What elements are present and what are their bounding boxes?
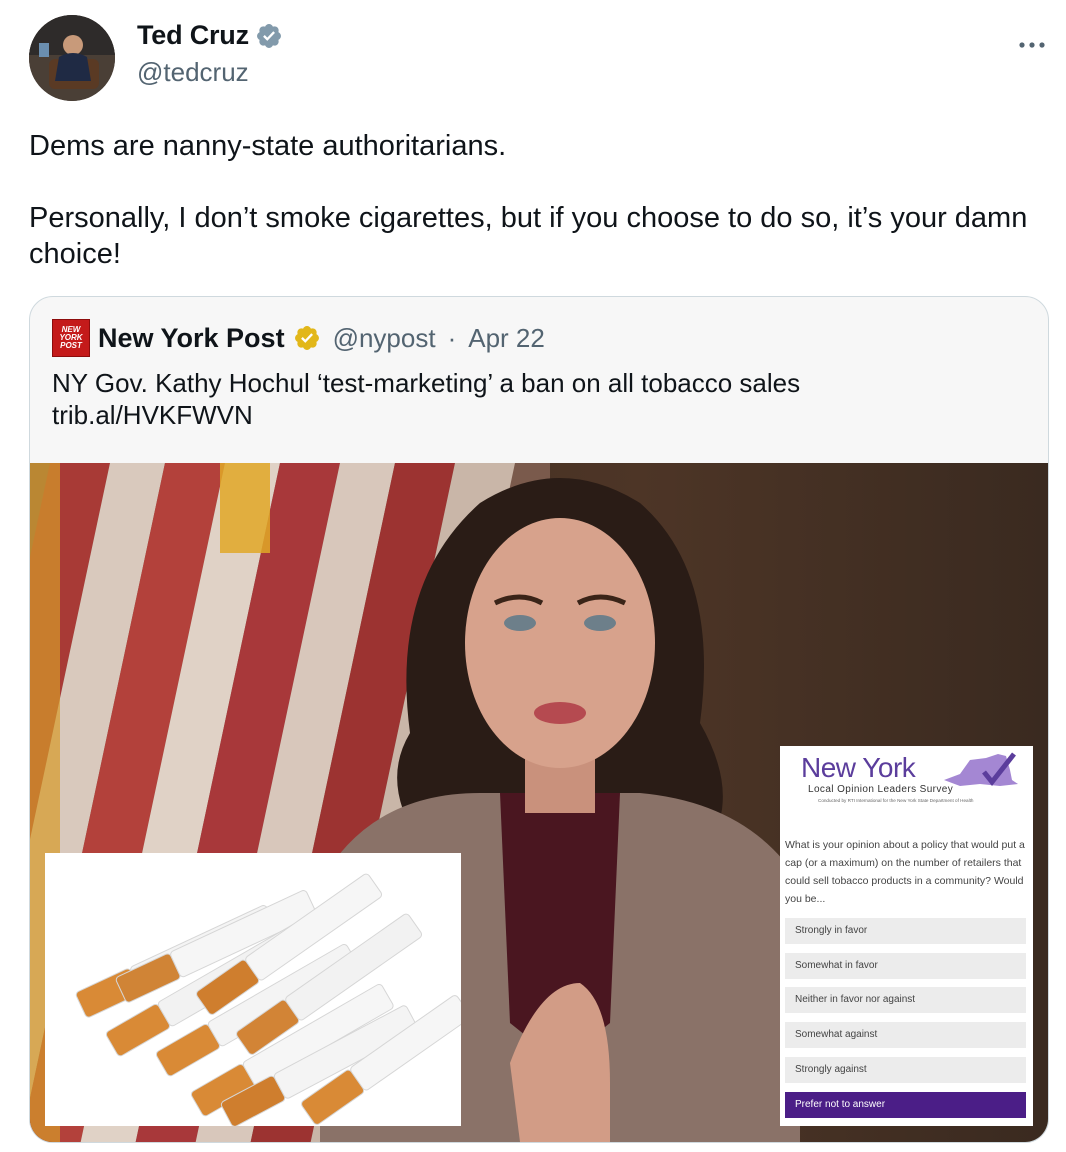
- survey-option[interactable]: Strongly against: [785, 1057, 1026, 1083]
- survey-conducted-by: Conducted by RTI International for the N…: [818, 798, 974, 803]
- survey-subtitle: Local Opinion Leaders Survey: [808, 784, 954, 795]
- cigarettes-inset: [45, 853, 471, 1127]
- tweet-text: Dems are nanny-state authoritarians. Per…: [29, 128, 1039, 272]
- survey-title: New York: [801, 752, 916, 783]
- survey-option[interactable]: Neither in favor nor against: [785, 987, 1026, 1013]
- author-avatar[interactable]: [29, 15, 115, 101]
- gold-verified-badge-icon[interactable]: [293, 324, 321, 352]
- quoted-tweet[interactable]: NEW YORK POST New York Post @nypost · Ap…: [29, 296, 1049, 1143]
- nypost-logo[interactable]: NEW YORK POST: [52, 319, 90, 357]
- survey-inset: New York Local Opinion Leaders Survey Co…: [780, 746, 1033, 1126]
- survey-option-selected[interactable]: Prefer not to answer: [785, 1092, 1026, 1118]
- survey-option[interactable]: Somewhat against: [785, 1022, 1026, 1048]
- survey-option[interactable]: Strongly in favor: [785, 918, 1026, 944]
- more-options-button[interactable]: [1018, 28, 1046, 56]
- verified-badge-icon[interactable]: [255, 22, 283, 50]
- quote-image[interactable]: New York Local Opinion Leaders Survey Co…: [30, 463, 1048, 1142]
- survey-question: What is your opinion about a policy that…: [785, 839, 1025, 905]
- author-handle[interactable]: @tedcruz: [137, 57, 283, 88]
- survey-option[interactable]: Somewhat in favor: [785, 953, 1026, 979]
- avatar-photo: [29, 15, 115, 101]
- tweet-paragraph-2: Personally, I don’t smoke cigarettes, bu…: [29, 202, 1028, 270]
- quote-text: NY Gov. Kathy Hochul ‘test-marketing’ a …: [52, 367, 800, 431]
- nypost-logo-text: NEW YORK POST: [59, 325, 83, 350]
- tweet-paragraph-1: Dems are nanny-state authoritarians.: [29, 130, 507, 162]
- quote-author-handle[interactable]: @nypost: [333, 323, 436, 354]
- quote-author-name[interactable]: New York Post: [98, 323, 285, 354]
- quote-text-line-1: NY Gov. Kathy Hochul ‘test-marketing’ a …: [52, 368, 801, 398]
- quote-link[interactable]: trib.al/HVKFWVN: [52, 399, 800, 431]
- cigarettes-illustration: [45, 853, 471, 1127]
- tweet-author: Ted Cruz @tedcruz: [137, 20, 283, 88]
- quote-header: NEW YORK POST New York Post @nypost · Ap…: [52, 319, 545, 357]
- author-name[interactable]: Ted Cruz: [137, 20, 249, 51]
- quote-date[interactable]: Apr 22: [468, 323, 545, 354]
- more-horizontal-icon: [1019, 42, 1045, 48]
- dot-separator: ·: [447, 322, 457, 353]
